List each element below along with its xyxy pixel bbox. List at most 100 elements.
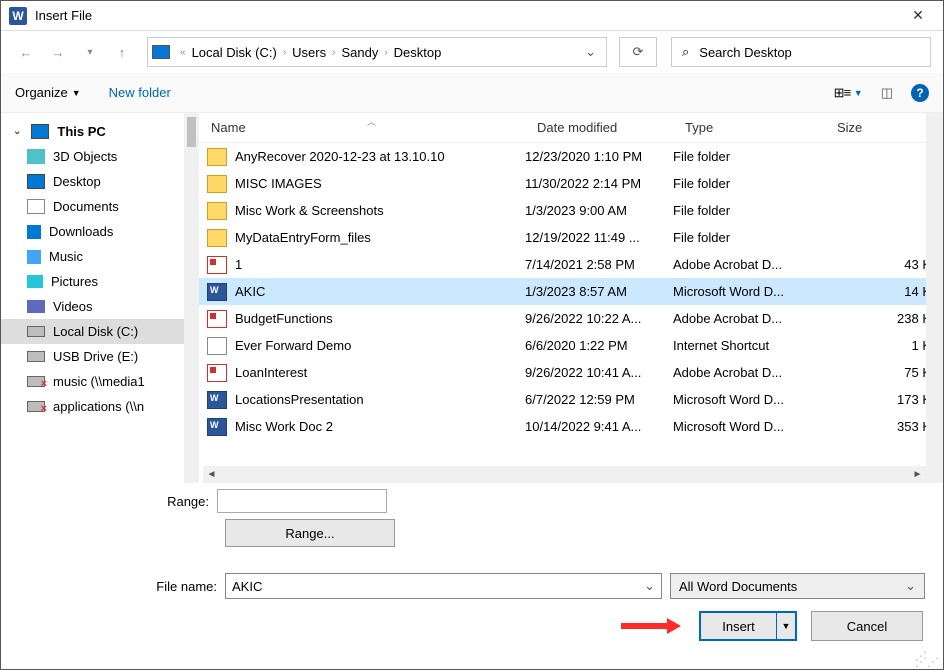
sidebar-item-label: Local Disk (C:) bbox=[53, 324, 138, 339]
file-list: AnyRecover 2020-12-23 at 13.10.1012/23/2… bbox=[199, 143, 943, 466]
sidebar-item-label: USB Drive (E:) bbox=[53, 349, 138, 364]
scroll-right-icon[interactable]: ► bbox=[909, 466, 926, 483]
breadcrumb-seg-2[interactable]: Sandy bbox=[339, 45, 380, 60]
file-name: Misc Work & Screenshots bbox=[227, 203, 525, 218]
sort-indicator-icon: ︿ bbox=[367, 115, 376, 128]
address-bar[interactable]: « Local Disk (C:) › Users › Sandy › Desk… bbox=[147, 37, 607, 67]
chevron-down-icon: ⌄ bbox=[13, 126, 21, 137]
file-name: AnyRecover 2020-12-23 at 13.10.10 bbox=[227, 149, 525, 164]
file-type: File folder bbox=[673, 230, 825, 245]
file-row[interactable]: BudgetFunctions9/26/2022 10:22 A...Adobe… bbox=[199, 305, 943, 332]
sidebar-item-5[interactable]: Music bbox=[1, 244, 199, 269]
sidebar-scrollbar[interactable] bbox=[184, 113, 199, 483]
range-button[interactable]: Range... bbox=[225, 519, 395, 547]
file-name: LocationsPresentation bbox=[227, 392, 525, 407]
search-placeholder: Search Desktop bbox=[699, 45, 792, 60]
window-title: Insert File bbox=[35, 8, 895, 23]
sidebar-item-2[interactable]: Desktop bbox=[1, 169, 199, 194]
file-type: Adobe Acrobat D... bbox=[673, 257, 825, 272]
breadcrumb-seg-0[interactable]: Local Disk (C:) bbox=[190, 45, 279, 60]
resize-grip[interactable]: ⋰⋰⋰ bbox=[915, 653, 939, 665]
filetype-filter[interactable]: All Word Documents ⌄ bbox=[670, 573, 925, 599]
insert-button[interactable]: Insert ▼ bbox=[699, 611, 797, 641]
mon-icon bbox=[27, 174, 45, 189]
file-date: 6/6/2020 1:22 PM bbox=[525, 338, 673, 353]
address-dropdown-icon[interactable]: ⌄ bbox=[579, 44, 602, 60]
sidebar-item-8[interactable]: Local Disk (C:) bbox=[1, 319, 199, 344]
sidebar-item-7[interactable]: Videos bbox=[1, 294, 199, 319]
filename-value: AKIC bbox=[232, 579, 262, 594]
url-icon bbox=[207, 337, 227, 355]
filename-dropdown-icon[interactable]: ⌄ bbox=[644, 578, 655, 594]
organize-button[interactable]: Organize▼ bbox=[15, 85, 81, 100]
file-row[interactable]: AKIC1/3/2023 8:57 AMMicrosoft Word D...1… bbox=[199, 278, 943, 305]
fold-icon bbox=[207, 229, 227, 247]
file-date: 12/23/2020 1:10 PM bbox=[525, 149, 673, 164]
file-date: 1/3/2023 9:00 AM bbox=[525, 203, 673, 218]
filename-combobox[interactable]: AKIC ⌄ bbox=[225, 573, 662, 599]
back-button[interactable]: ← bbox=[13, 39, 39, 65]
insert-dropdown-icon[interactable]: ▼ bbox=[777, 613, 795, 639]
up-button[interactable]: ↑ bbox=[109, 39, 135, 65]
sidebar-item-0[interactable]: ⌄ This PC bbox=[1, 119, 199, 144]
sidebar-item-label: 3D Objects bbox=[53, 149, 117, 164]
forward-button[interactable]: → bbox=[45, 39, 71, 65]
file-type: Internet Shortcut bbox=[673, 338, 825, 353]
help-button[interactable]: ? bbox=[911, 84, 929, 102]
sidebar-item-1[interactable]: 3D Objects bbox=[1, 144, 199, 169]
cancel-button[interactable]: Cancel bbox=[811, 611, 923, 641]
file-row[interactable]: LoanInterest9/26/2022 10:41 A...Adobe Ac… bbox=[199, 359, 943, 386]
vertical-scrollbar[interactable] bbox=[926, 113, 943, 483]
col-date[interactable]: Date modified bbox=[525, 120, 673, 135]
file-name: MyDataEntryForm_files bbox=[227, 230, 525, 245]
file-row[interactable]: MISC IMAGES11/30/2022 2:14 PMFile folder bbox=[199, 170, 943, 197]
scroll-left-icon[interactable]: ◄ bbox=[203, 466, 220, 483]
doc-icon bbox=[207, 418, 227, 436]
close-button[interactable]: ✕ bbox=[895, 1, 941, 31]
file-row[interactable]: 17/14/2021 2:58 PMAdobe Acrobat D...43 K bbox=[199, 251, 943, 278]
file-row[interactable]: MyDataEntryForm_files12/19/2022 11:49 ..… bbox=[199, 224, 943, 251]
mus-icon bbox=[27, 250, 41, 264]
drv-icon bbox=[27, 326, 45, 337]
horizontal-scrollbar[interactable]: ◄ ► bbox=[203, 466, 926, 483]
filter-dropdown-icon[interactable]: ⌄ bbox=[905, 578, 916, 594]
sidebar-item-label: Music bbox=[49, 249, 83, 264]
file-name: BudgetFunctions bbox=[227, 311, 525, 326]
file-type: Microsoft Word D... bbox=[673, 392, 825, 407]
preview-pane-button[interactable]: ◫ bbox=[881, 85, 893, 101]
file-type: File folder bbox=[673, 176, 825, 191]
file-row[interactable]: LocationsPresentation6/7/2022 12:59 PMMi… bbox=[199, 386, 943, 413]
file-date: 9/26/2022 10:22 A... bbox=[525, 311, 673, 326]
recent-locations-button[interactable]: ▾ bbox=[77, 39, 103, 65]
sidebar-item-6[interactable]: Pictures bbox=[1, 269, 199, 294]
new-folder-button[interactable]: New folder bbox=[109, 85, 171, 100]
column-header: ︿ Name Date modified Type Size bbox=[199, 113, 943, 143]
file-type: Adobe Acrobat D... bbox=[673, 311, 825, 326]
breadcrumb-sep: « bbox=[176, 47, 190, 58]
sidebar-item-11[interactable]: applications (\\n bbox=[1, 394, 199, 419]
col-type[interactable]: Type bbox=[673, 120, 825, 135]
sidebar-item-label: This PC bbox=[57, 124, 105, 139]
sidebar-item-10[interactable]: music (\\media1 bbox=[1, 369, 199, 394]
refresh-button[interactable]: ⟳ bbox=[619, 37, 657, 67]
breadcrumb-seg-1[interactable]: Users bbox=[290, 45, 328, 60]
col-name[interactable]: Name bbox=[199, 120, 525, 135]
sidebar-item-label: Pictures bbox=[51, 274, 98, 289]
sidebar-item-4[interactable]: Downloads bbox=[1, 219, 199, 244]
sidebar-item-3[interactable]: Documents bbox=[1, 194, 199, 219]
sidebar-item-9[interactable]: USB Drive (E:) bbox=[1, 344, 199, 369]
file-name: Misc Work Doc 2 bbox=[227, 419, 525, 434]
file-row[interactable]: Misc Work Doc 210/14/2022 9:41 A...Micro… bbox=[199, 413, 943, 440]
breadcrumb-seg-3[interactable]: Desktop bbox=[392, 45, 444, 60]
range-input[interactable] bbox=[217, 489, 387, 513]
file-row[interactable]: AnyRecover 2020-12-23 at 13.10.1012/23/2… bbox=[199, 143, 943, 170]
file-type: Adobe Acrobat D... bbox=[673, 365, 825, 380]
view-options-button[interactable]: ⊞≡ ▼ bbox=[834, 85, 863, 101]
search-box[interactable]: ⌕ Search Desktop bbox=[671, 37, 931, 67]
filename-label: File name: bbox=[19, 579, 217, 594]
file-row[interactable]: Misc Work & Screenshots1/3/2023 9:00 AMF… bbox=[199, 197, 943, 224]
range-label: Range: bbox=[19, 494, 217, 509]
drvr-icon bbox=[27, 376, 45, 387]
file-row[interactable]: Ever Forward Demo6/6/2020 1:22 PMInterne… bbox=[199, 332, 943, 359]
pdf-icon bbox=[207, 256, 227, 274]
